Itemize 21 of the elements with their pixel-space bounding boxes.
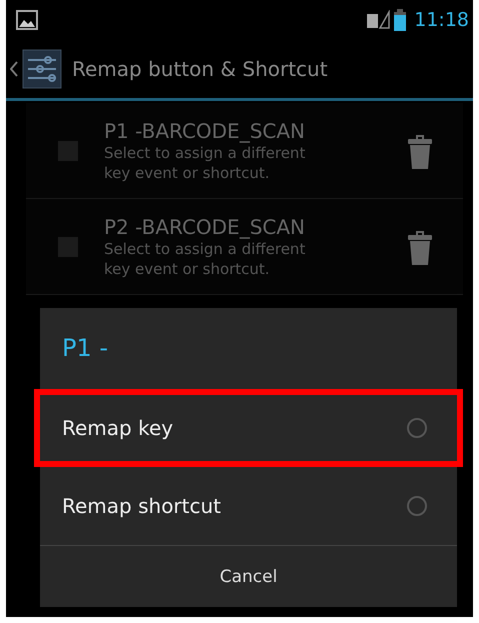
dialog-title: P1 -	[40, 308, 457, 389]
cancel-button[interactable]: Cancel	[40, 545, 457, 607]
no-sim-signal-icon	[366, 10, 390, 30]
option-label: Remap shortcut	[62, 494, 222, 518]
radio-button[interactable]	[407, 496, 427, 516]
option-label: Remap key	[62, 416, 174, 440]
screen-title: Remap button & Shortcut	[72, 57, 328, 81]
option-item[interactable]: Remap shortcut	[34, 467, 463, 545]
item-summary: Select to assign a different key event or shortcut.	[104, 143, 306, 182]
back-chevron-icon	[10, 61, 18, 77]
radio-button[interactable]	[407, 418, 427, 438]
item-title: P2 -BARCODE_SCAN	[104, 214, 306, 238]
item-title: P1 -BARCODE_SCAN	[104, 118, 306, 142]
list-item[interactable]: P2 -BARCODE_SCAN Select to assign a different key event or shortcut.	[26, 199, 463, 295]
clock-time: 11:18	[414, 9, 469, 31]
item-summary: Select to assign a different key event or shortcut.	[104, 239, 306, 278]
sliders-icon[interactable]	[22, 49, 62, 89]
list-item[interactable]: P1 -BARCODE_SCAN Select to assign a different key event or shortcut.	[26, 103, 463, 199]
battery-icon	[394, 9, 406, 31]
option-item[interactable]: Remap key	[34, 389, 463, 467]
picture-notification-icon	[16, 10, 38, 30]
